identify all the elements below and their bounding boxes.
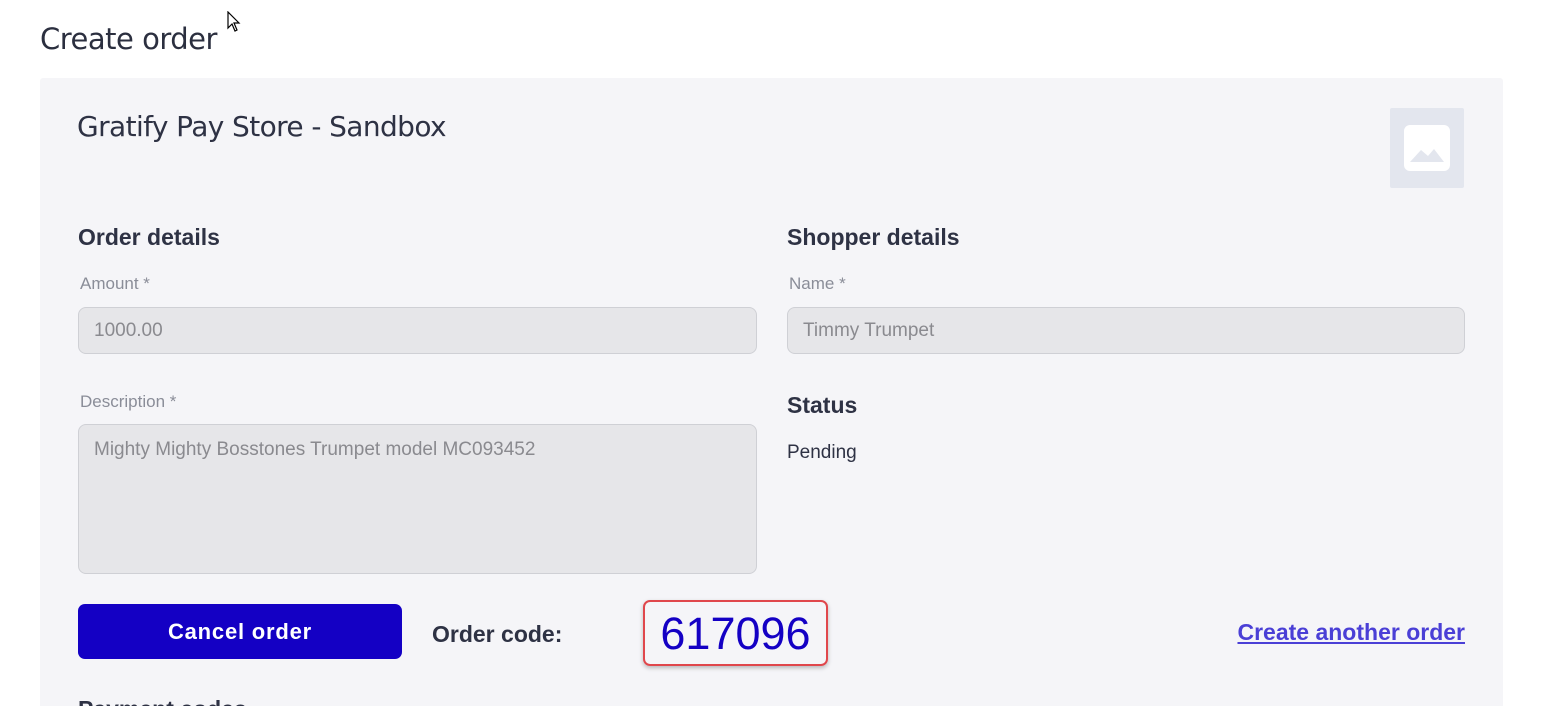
description-textarea[interactable]: Mighty Mighty Bosstones Trumpet model MC… xyxy=(78,424,757,574)
create-another-order-link[interactable]: Create another order xyxy=(1237,619,1465,646)
order-code-label: Order code: xyxy=(432,621,563,647)
create-order-page: Create order Gratify Pay Store - Sandbox… xyxy=(0,0,1561,706)
status-value: Pending xyxy=(787,442,857,463)
page-title: Create order xyxy=(40,22,217,56)
image-placeholder-icon xyxy=(1404,125,1450,171)
mouse-cursor-icon xyxy=(227,11,241,32)
shopper-details-title: Shopper details xyxy=(787,224,960,250)
order-code-value: 617096 xyxy=(660,608,811,659)
status-title: Status xyxy=(787,392,858,418)
amount-label: Amount * xyxy=(80,274,150,293)
cancel-order-button[interactable]: Cancel order xyxy=(78,604,402,659)
store-logo xyxy=(1390,108,1464,188)
amount-input[interactable]: 1000.00 xyxy=(78,307,757,354)
name-label: Name * xyxy=(789,274,846,293)
order-code-highlight: 617096 xyxy=(643,600,828,666)
payment-codes-title: Payment codes xyxy=(78,696,247,706)
store-name: Gratify Pay Store - Sandbox xyxy=(77,110,447,143)
order-details-title: Order details xyxy=(78,224,220,250)
order-card: Gratify Pay Store - Sandbox Order detail… xyxy=(40,78,1503,706)
name-input[interactable]: Timmy Trumpet xyxy=(787,307,1465,354)
description-label: Description * xyxy=(80,392,177,411)
